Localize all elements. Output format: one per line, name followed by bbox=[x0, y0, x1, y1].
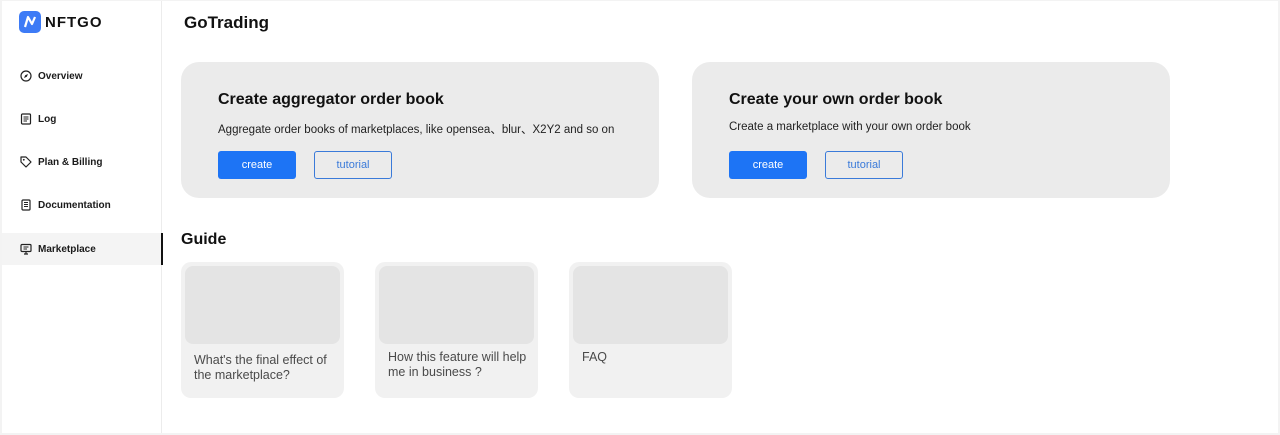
document-list-icon bbox=[19, 113, 32, 126]
sidebar-item-label: Log bbox=[38, 113, 57, 125]
aggregator-order-book-card: Create aggregator order book Aggregate o… bbox=[181, 62, 659, 198]
own-order-book-card: Create your own order book Create a mark… bbox=[692, 62, 1170, 198]
sidebar-item-label: Marketplace bbox=[38, 243, 96, 255]
nftgo-logo-icon bbox=[19, 11, 41, 33]
sidebar: NFTGO Overview Log Plan & Billing Docume bbox=[2, 1, 163, 433]
guide-card-faq[interactable]: FAQ bbox=[569, 262, 732, 398]
card-title: Create aggregator order book bbox=[218, 91, 444, 108]
guide-section-title: Guide bbox=[181, 231, 227, 248]
create-aggregator-button[interactable]: create bbox=[218, 151, 296, 179]
compass-icon bbox=[19, 70, 32, 83]
brand-logo[interactable]: NFTGO bbox=[19, 11, 103, 33]
guide-thumbnail bbox=[185, 266, 340, 344]
guide-card-business-help[interactable]: How this feature will help me in busines… bbox=[375, 262, 538, 398]
sidebar-item-log[interactable]: Log bbox=[2, 103, 162, 135]
sidebar-item-overview[interactable]: Overview bbox=[2, 60, 162, 92]
own-order-book-tutorial-button[interactable]: tutorial bbox=[825, 151, 903, 179]
brand-name: NFTGO bbox=[45, 13, 103, 31]
guide-card-label: What's the final effect of the marketpla… bbox=[194, 353, 327, 382]
sidebar-item-label: Overview bbox=[38, 70, 83, 82]
book-icon bbox=[19, 199, 32, 212]
sidebar-item-plan-billing[interactable]: Plan & Billing bbox=[2, 146, 162, 178]
card-description: Create a marketplace with your own order… bbox=[729, 121, 971, 133]
guide-card-final-effect[interactable]: What's the final effect of the marketpla… bbox=[181, 262, 344, 398]
sidebar-item-label: Documentation bbox=[38, 199, 111, 211]
card-description: Aggregate order books of marketplaces, l… bbox=[218, 124, 615, 136]
guide-card-label: How this feature will help me in busines… bbox=[388, 350, 527, 379]
sidebar-item-label: Plan & Billing bbox=[38, 156, 103, 168]
guide-thumbnail bbox=[379, 266, 534, 344]
app-window: NFTGO Overview Log Plan & Billing Docume bbox=[2, 1, 1278, 433]
sidebar-item-documentation[interactable]: Documentation bbox=[2, 189, 162, 221]
sidebar-item-marketplace[interactable]: Marketplace bbox=[2, 233, 163, 265]
card-title: Create your own order book bbox=[729, 91, 943, 108]
aggregator-tutorial-button[interactable]: tutorial bbox=[314, 151, 392, 179]
page-title: GoTrading bbox=[184, 13, 269, 32]
create-own-order-book-button[interactable]: create bbox=[729, 151, 807, 179]
tag-icon bbox=[19, 156, 32, 169]
guide-thumbnail bbox=[573, 266, 728, 344]
monitor-icon bbox=[19, 243, 32, 256]
guide-card-label: FAQ bbox=[582, 350, 608, 364]
